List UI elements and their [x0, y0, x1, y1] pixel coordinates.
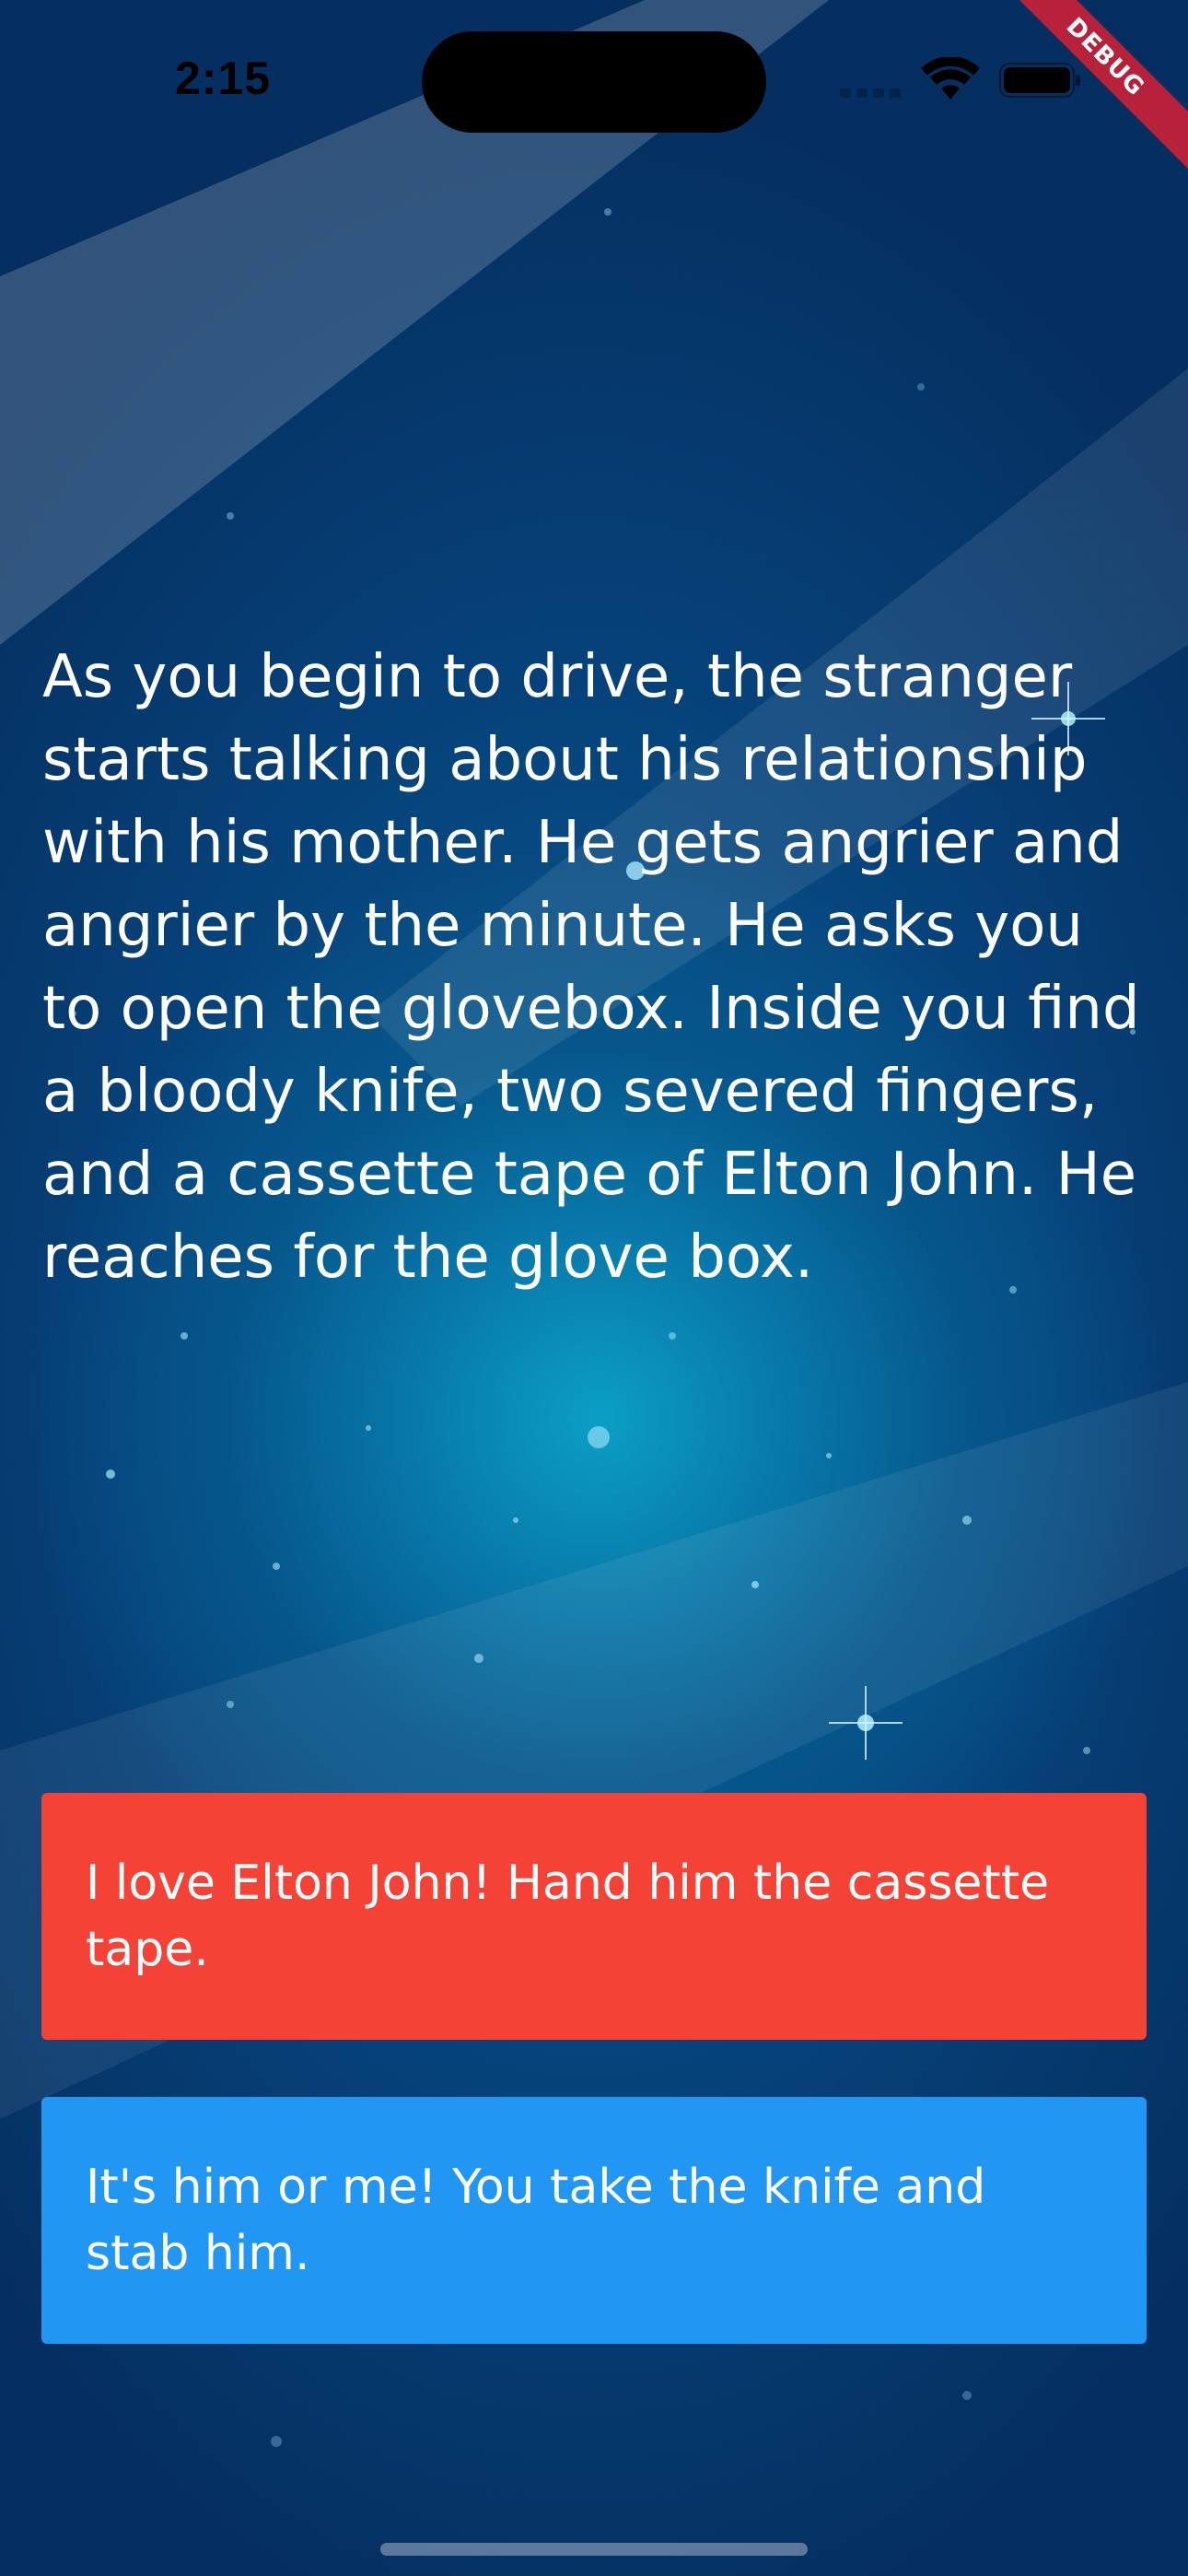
status-time: 2:15	[175, 53, 272, 104]
choice-2-label: It's him or me! You take the knife and s…	[86, 2160, 986, 2281]
wifi-icon	[921, 57, 980, 100]
battery-icon	[999, 63, 1080, 98]
choice-1-label: I love Elton John! Hand him the cassette…	[86, 1856, 1050, 1977]
dynamic-island	[422, 31, 766, 133]
choice-1-button[interactable]: I love Elton John! Hand him the cassette…	[41, 1793, 1147, 2040]
story-text: As you begin to drive, the stranger star…	[42, 643, 1140, 1292]
choice-2-button[interactable]: It's him or me! You take the knife and s…	[41, 2097, 1147, 2344]
home-indicator[interactable]	[380, 2543, 808, 2556]
status-bar: 2:15	[0, 0, 1188, 157]
signal-icon	[840, 85, 904, 98]
